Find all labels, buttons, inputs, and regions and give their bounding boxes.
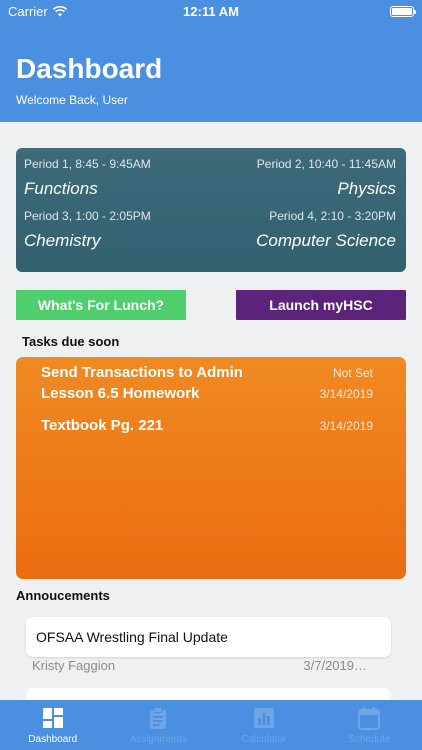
tasks-card[interactable]: Send Transactions to Admin Not Set Lesso…: [16, 357, 406, 579]
announcement-date: 3/7/2019…: [303, 658, 367, 673]
tab-label: Schedule: [348, 734, 391, 745]
period-class: Chemistry: [24, 231, 101, 250]
announcement-card[interactable]: OFSAA Wrestling Final Update: [26, 617, 391, 657]
announcements-heading: Annoucements: [16, 588, 110, 603]
period-time: Period 3, 1:00 - 2:05PM: [24, 209, 151, 223]
task-item[interactable]: Textbook Pg. 221 3/14/2019: [41, 417, 373, 434]
tab-schedule[interactable]: Schedule: [317, 700, 422, 750]
clipboard-icon: [150, 707, 167, 729]
task-title: Textbook Pg. 221: [41, 417, 164, 434]
battery-icon: [390, 6, 416, 17]
period-class: Functions: [24, 179, 98, 198]
task-item[interactable]: Lesson 6.5 Homework 3/14/2019: [41, 385, 373, 402]
period-class: Computer Science: [256, 231, 396, 250]
page-title: Dashboard: [16, 53, 163, 84]
tab-label: Dashboard: [28, 734, 78, 745]
welcome-subtitle: Welcome Back, User: [16, 93, 128, 107]
announcement-meta: Kristy Faggion 3/7/2019…: [32, 658, 367, 673]
tab-assignments[interactable]: Assignments: [106, 700, 212, 750]
schedule-card[interactable]: Period 1, 8:45 - 9:45AM Functions Period…: [16, 148, 406, 272]
tab-label: Assignments: [129, 734, 187, 745]
task-title: Lesson 6.5 Homework: [41, 385, 200, 402]
period-2: Period 2, 10:40 - 11:45AM Physics: [257, 157, 396, 199]
status-bar: Carrier 12:11 AM: [0, 0, 422, 24]
tab-label: Calculator: [241, 734, 287, 745]
launch-myhsc-button[interactable]: Launch myHSC: [236, 290, 406, 320]
whats-for-lunch-button[interactable]: What's For Lunch?: [16, 290, 186, 320]
announcement-author: Kristy Faggion: [32, 658, 116, 673]
announcement-title: OFSAA Wrestling Final Update: [36, 629, 228, 645]
chart-icon: [253, 708, 274, 728]
period-class: Physics: [337, 179, 396, 198]
task-date: 3/14/2019: [319, 419, 373, 433]
tab-calculator[interactable]: Calculator: [211, 700, 317, 750]
tasks-heading: Tasks due soon: [22, 334, 120, 349]
period-time: Period 2, 10:40 - 11:45AM: [256, 157, 396, 171]
task-date: 3/14/2019: [319, 387, 373, 401]
calendar-icon: [358, 707, 381, 730]
period-4: Period 4, 2:10 - 3:20PM Computer Science: [256, 209, 396, 251]
header: Carrier 12:11 AM Dashboard Welcome Back,…: [0, 0, 422, 122]
period-1: Period 1, 8:45 - 9:45AM Functions: [24, 157, 151, 199]
period-time: Period 1, 8:45 - 9:45AM: [24, 157, 151, 171]
task-date: Not Set: [332, 366, 373, 380]
tab-bar: Dashboard Assignments Calculator Schedul…: [0, 700, 422, 750]
clock: 12:11 AM: [183, 4, 239, 19]
tab-dashboard[interactable]: Dashboard: [0, 700, 106, 750]
task-item[interactable]: Send Transactions to Admin Not Set: [41, 364, 373, 381]
task-title: Send Transactions to Admin: [41, 364, 243, 381]
period-3: Period 3, 1:00 - 2:05PM Chemistry: [24, 209, 151, 251]
dashboard-icon: [42, 708, 63, 728]
period-time: Period 4, 2:10 - 3:20PM: [269, 209, 396, 223]
